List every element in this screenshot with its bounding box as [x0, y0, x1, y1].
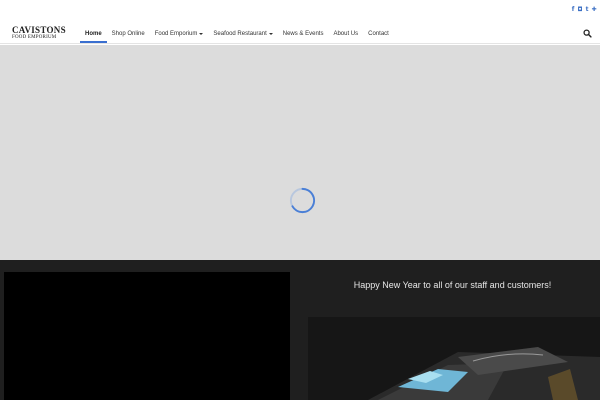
nav-item-shop-online[interactable]: Shop Online: [107, 24, 150, 44]
caret-down-icon: [268, 33, 273, 35]
main-nav: Home Shop Online Food Emporium Seafood R…: [80, 24, 394, 44]
nav-item-contact[interactable]: Contact: [363, 24, 394, 44]
facebook-icon[interactable]: f: [570, 6, 576, 13]
logo-line2: FOOD EMPORIUM: [12, 35, 57, 40]
news-image-art: [308, 317, 600, 400]
video-player[interactable]: [4, 272, 290, 400]
site-header: CAVISTONS FOOD EMPORIUM Home Shop Online…: [0, 24, 600, 44]
hero-slider[interactable]: [0, 45, 600, 260]
news-headline[interactable]: Happy New Year to all of our staff and c…: [305, 280, 600, 290]
nav-item-home[interactable]: Home: [80, 24, 107, 44]
nav-item-label: Seafood Restaurant: [213, 31, 267, 37]
news-image[interactable]: [308, 317, 600, 400]
nav-item-label: Contact: [368, 31, 389, 37]
nav-item-label: Shop Online: [111, 31, 145, 37]
social-links: f ◘ t ✚: [570, 6, 597, 13]
nav-item-food-emporium[interactable]: Food Emporium: [150, 24, 209, 44]
twitter-icon[interactable]: t: [584, 6, 590, 13]
loading-spinner-icon: [289, 187, 316, 214]
site-logo[interactable]: CAVISTONS FOOD EMPORIUM: [12, 25, 66, 44]
logo-line1: CAVISTONS: [12, 25, 66, 35]
nav-item-about-us[interactable]: About Us: [328, 24, 363, 44]
search-icon[interactable]: [583, 29, 592, 38]
share-icon[interactable]: ✚: [591, 6, 597, 13]
nav-item-seafood-restaurant[interactable]: Seafood Restaurant: [208, 24, 277, 44]
nav-item-label: About Us: [333, 31, 359, 37]
nav-item-label: Food Emporium: [154, 31, 198, 37]
nav-item-label: News & Events: [282, 31, 324, 37]
content-band: Happy New Year to all of our staff and c…: [0, 260, 600, 400]
nav-item-label: Home: [85, 31, 102, 37]
nav-item-news-events[interactable]: News & Events: [278, 24, 329, 44]
instagram-icon[interactable]: ◘: [577, 6, 583, 13]
page: f ◘ t ✚ CAVISTONS FOOD EMPORIUM Home Sho…: [0, 0, 600, 400]
caret-down-icon: [199, 33, 204, 35]
